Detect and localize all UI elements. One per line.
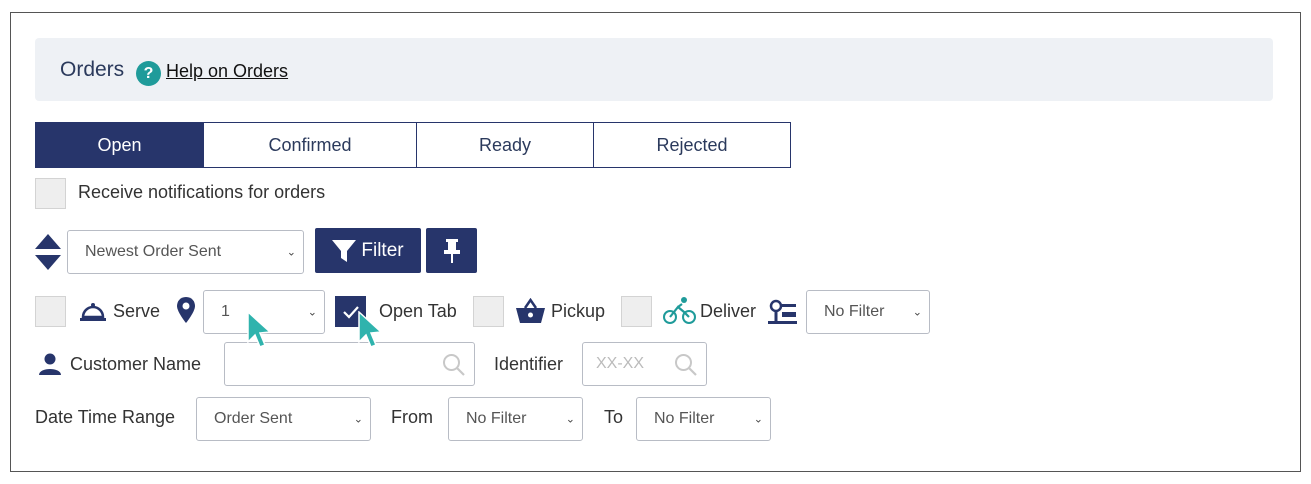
to-select-value: No Filter	[654, 410, 715, 427]
help-icon[interactable]: ?	[136, 61, 161, 86]
identifier-input[interactable]: XX-XX	[582, 342, 707, 386]
search-icon	[443, 354, 465, 376]
customer-name-label: Customer Name	[70, 354, 202, 374]
location-select-value: 1	[221, 303, 230, 320]
sort-updown-icon[interactable]	[34, 232, 62, 277]
cursor-pointer-icon	[357, 310, 383, 354]
service-filter-select[interactable]: No Filter ⌄	[806, 290, 930, 334]
chevron-down-icon: ⌄	[286, 246, 296, 259]
filter-funnel-icon	[332, 239, 357, 262]
order-status-tabs: Open Confirmed Ready Rejected	[35, 122, 791, 168]
search-icon	[675, 354, 697, 376]
service-filter-value: No Filter	[824, 303, 885, 320]
notifications-checkbox[interactable]	[35, 178, 66, 209]
pin-icon	[443, 238, 460, 263]
serve-checkbox[interactable]	[35, 296, 66, 327]
to-select[interactable]: No Filter ⌄	[636, 397, 771, 441]
notifications-label: Receive notifications for orders	[78, 182, 326, 202]
orders-header: Orders ? Help on Orders	[35, 38, 1273, 101]
pin-button[interactable]	[426, 228, 477, 273]
serve-label: Serve	[113, 301, 161, 321]
identifier-label: Identifier	[494, 354, 564, 374]
filter-button[interactable]: Filter	[315, 228, 421, 273]
sort-select[interactable]: Newest Order Sent ⌄	[67, 230, 304, 274]
date-time-range-label: Date Time Range	[35, 407, 176, 427]
tab-rejected[interactable]: Rejected	[594, 122, 791, 168]
chevron-down-icon: ⌄	[307, 306, 317, 319]
cyclist-icon	[663, 296, 696, 330]
pickup-label: Pickup	[551, 301, 606, 321]
from-label: From	[391, 407, 433, 427]
filter-button-label: Filter	[361, 239, 404, 261]
date-type-value: Order Sent	[214, 410, 293, 427]
chevron-down-icon: ⌄	[753, 413, 763, 426]
from-select-value: No Filter	[466, 410, 527, 427]
service-options-icon	[768, 299, 797, 330]
basket-icon	[516, 297, 545, 329]
cursor-pointer-icon	[246, 310, 272, 354]
tab-ready[interactable]: Ready	[417, 122, 594, 168]
sort-select-value: Newest Order Sent	[85, 243, 222, 260]
chevron-down-icon: ⌄	[912, 306, 922, 319]
tab-open[interactable]: Open	[35, 122, 204, 168]
help-link[interactable]: Help on Orders	[166, 61, 288, 82]
date-type-select[interactable]: Order Sent ⌄	[196, 397, 371, 441]
identifier-placeholder: XX-XX	[596, 355, 645, 372]
serving-cloche-icon	[80, 300, 106, 327]
tab-confirmed[interactable]: Confirmed	[204, 122, 417, 168]
person-icon	[38, 353, 62, 380]
pickup-checkbox[interactable]	[473, 296, 504, 327]
page-title: Orders	[60, 58, 125, 81]
open-tab-label: Open Tab	[379, 301, 457, 321]
chevron-down-icon: ⌄	[353, 413, 363, 426]
chevron-down-icon: ⌄	[565, 413, 575, 426]
from-select[interactable]: No Filter ⌄	[448, 397, 583, 441]
deliver-label: Deliver	[700, 301, 757, 321]
to-label: To	[604, 407, 624, 427]
location-pin-icon	[177, 297, 195, 328]
deliver-checkbox[interactable]	[621, 296, 652, 327]
